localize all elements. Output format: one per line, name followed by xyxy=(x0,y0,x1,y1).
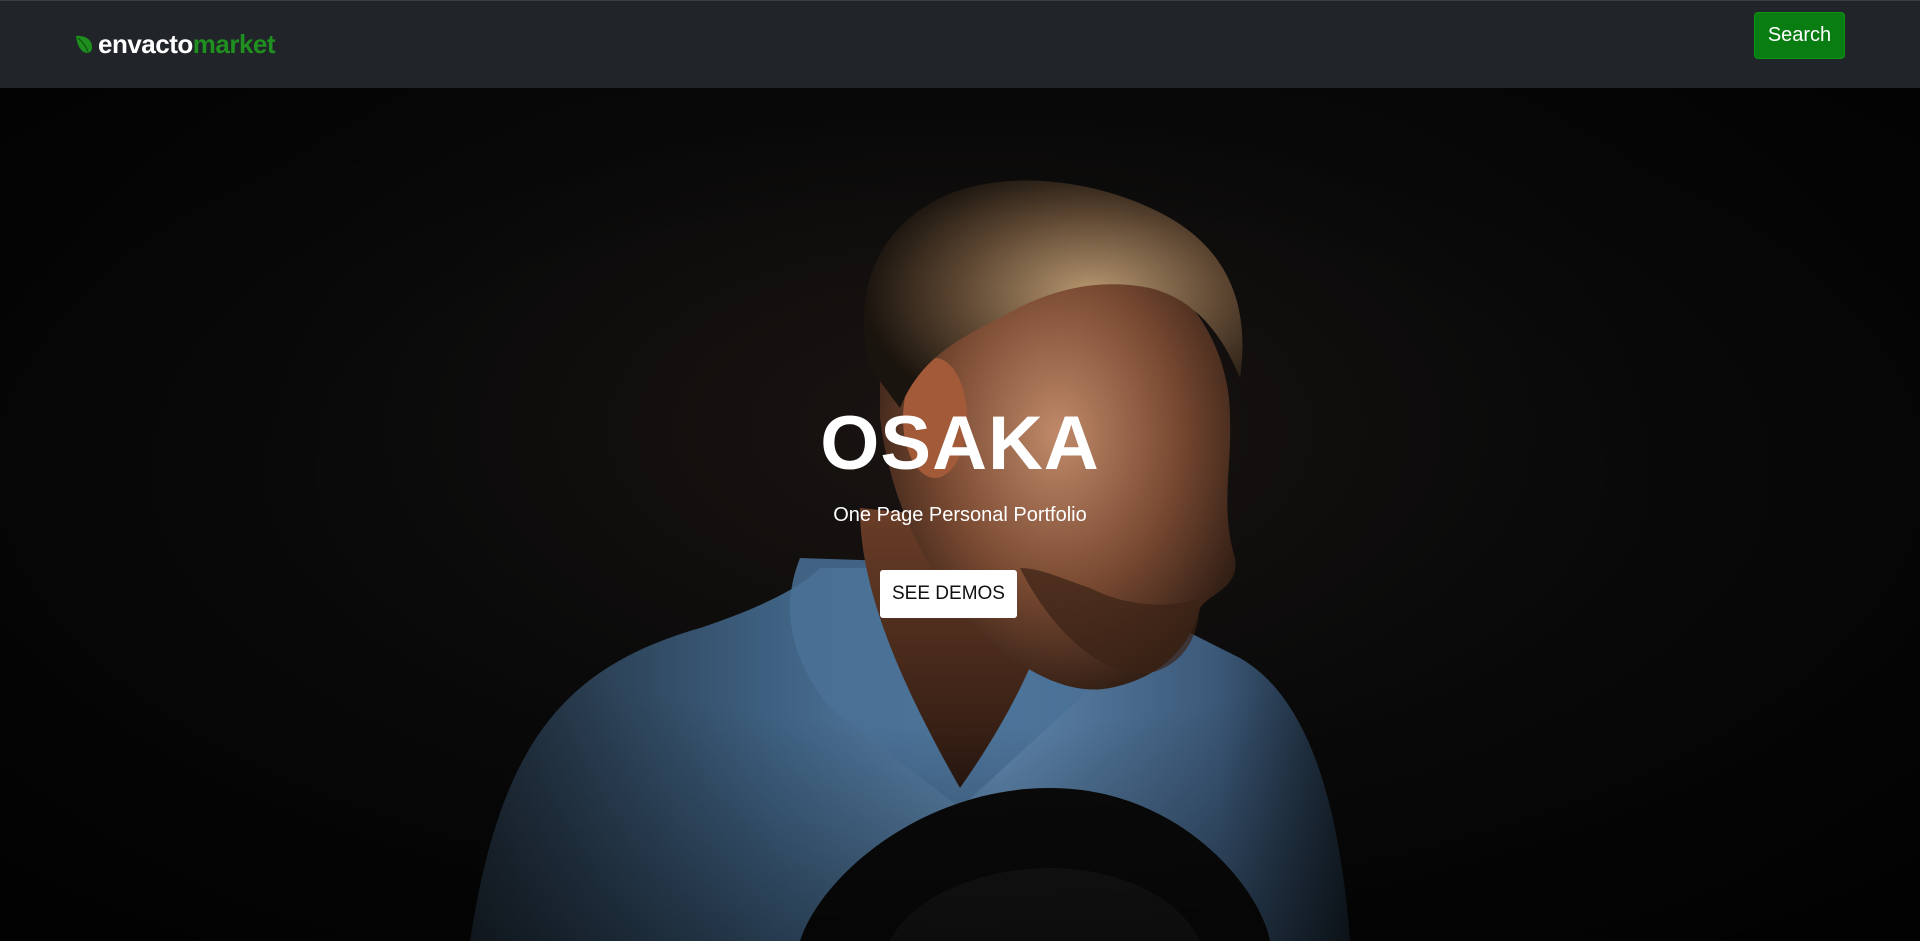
brand-wordmark-part2: market xyxy=(192,29,276,59)
hero-subtitle: One Page Personal Portfolio xyxy=(833,504,1087,526)
hero-title: OSAKA xyxy=(820,401,1100,486)
hero-section: OSAKA One Page Personal Portfolio SEE DE… xyxy=(0,88,1920,941)
brand-logo[interactable]: envactomarket xyxy=(74,29,276,59)
brand-wordmark-part1: envacto xyxy=(98,29,193,59)
brand-wordmark: envactomarket xyxy=(98,29,276,59)
see-demos-button[interactable]: SEE DEMOS xyxy=(880,570,1017,618)
search-button[interactable]: Search xyxy=(1754,12,1845,59)
top-navbar: envactomarket Search xyxy=(0,0,1920,88)
leaf-icon xyxy=(76,35,93,53)
